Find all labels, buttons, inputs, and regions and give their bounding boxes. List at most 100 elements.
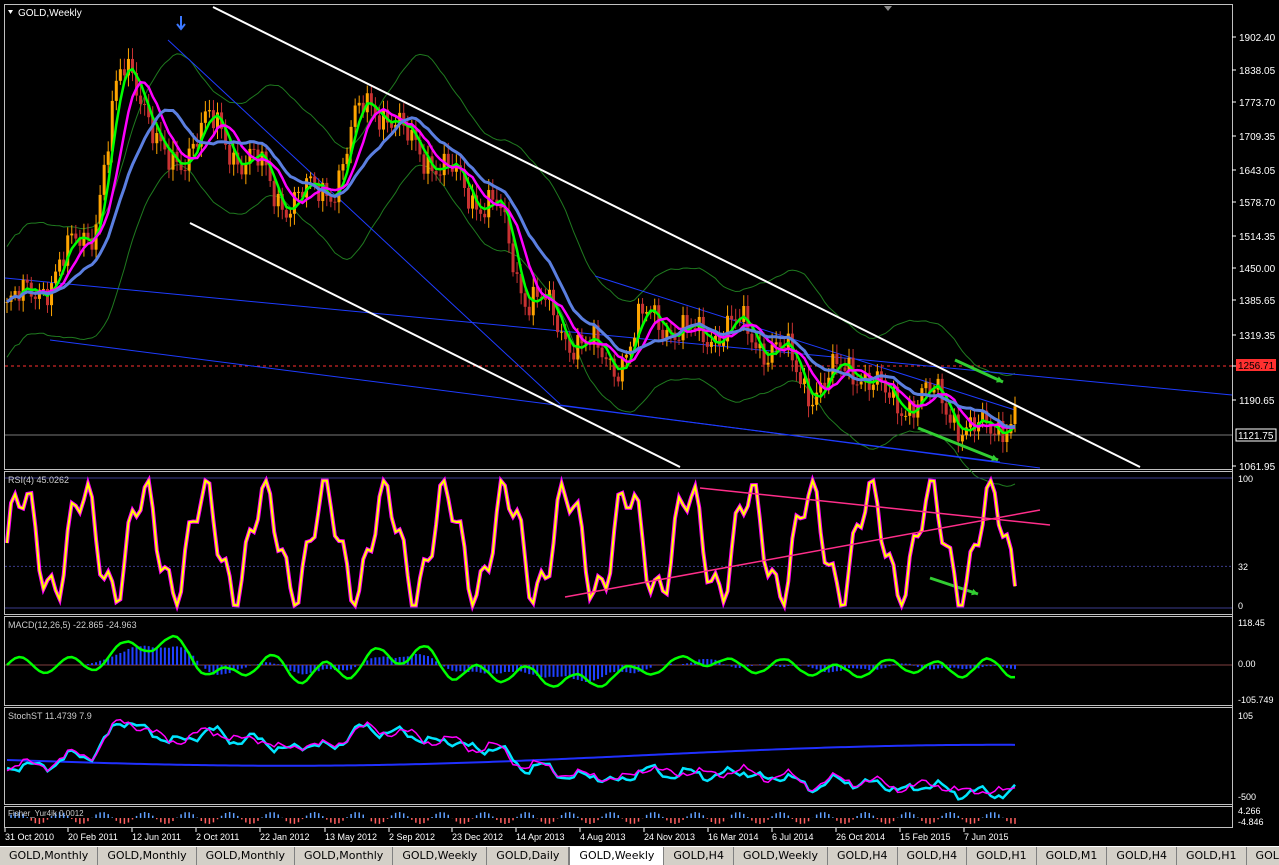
candle-body (70, 233, 74, 236)
chart-tab[interactable]: GOLD,Weekly (734, 847, 828, 865)
time-label: 4 Aug 2013 (580, 832, 626, 842)
chart-tab[interactable]: GOLD,Monthly (197, 847, 295, 865)
time-label: 22 Jan 2012 (260, 832, 310, 842)
candle-body (33, 296, 37, 299)
macd-line (6, 634, 1016, 688)
time-label: 6 Jul 2014 (772, 832, 814, 842)
candle-body (705, 342, 709, 347)
price-tick-label: 1709.35 (1239, 132, 1276, 143)
macd-pane (5, 634, 1232, 688)
rsi-label: RSI(4) 45.0262 (8, 475, 69, 485)
candle-body (483, 213, 487, 218)
indicator-scale-label: 0.00 (1238, 659, 1256, 669)
candle-body (835, 354, 839, 364)
candle-body (187, 148, 191, 171)
candle-body (471, 195, 475, 209)
candle-body (487, 189, 491, 218)
candle-body (353, 105, 357, 127)
time-label: 2 Sep 2012 (389, 832, 435, 842)
chart-tab[interactable]: GOLD,H1 (1177, 847, 1247, 865)
chart-tab[interactable]: GOLD,H1 (967, 847, 1037, 865)
candle-body (54, 271, 58, 284)
fisher-pane (10, 812, 1016, 824)
candle-body (337, 170, 341, 203)
candle-body (560, 331, 564, 333)
candle-body (139, 95, 143, 104)
time-label: 2 Oct 2011 (196, 832, 239, 842)
time-label: 31 Oct 2010 (5, 832, 54, 842)
candle-body (641, 303, 645, 314)
chart-tab[interactable]: GOLD,H4 (1107, 847, 1177, 865)
candle-body (203, 111, 207, 123)
fisher-label: Fisher_Yur4ik 0.0012 (8, 809, 84, 818)
price-tick-label: 1514.35 (1239, 232, 1276, 243)
candle-body (871, 384, 875, 390)
candle-body (491, 189, 495, 200)
candle-body (118, 69, 122, 81)
candle-body (438, 174, 442, 176)
time-label: 26 Oct 2014 (836, 832, 885, 842)
candle-body (904, 415, 908, 417)
chart-tab[interactable]: GOLD,Weekly (569, 847, 665, 865)
candlesticks (5, 48, 1017, 453)
time-label: 13 May 2012 (325, 832, 377, 842)
time-label: 16 Mar 2014 (708, 832, 759, 842)
price-tick-label: 1643.05 (1239, 166, 1276, 177)
chart-tab[interactable]: GOLD,Monthly (98, 847, 197, 865)
indicator-scale-label: 32 (1238, 562, 1248, 572)
chart-canvas[interactable]: GOLD,Weekly 1902.40 1838.05 1773.70 1709.35… (0, 0, 1279, 846)
indicator-scale-label: -105.749 (1238, 695, 1274, 705)
candle-body (855, 384, 859, 386)
indicator-scale-label: -500 (1238, 792, 1256, 802)
chart-tab[interactable]: GOLD,Weekly (393, 847, 488, 865)
price-tick-label: 1385.65 (1239, 296, 1276, 307)
channel-lines (4, 39, 1233, 469)
chart-tab[interactable]: GOLD,H4 (664, 847, 734, 865)
candle-body (58, 259, 62, 272)
chart-tab[interactable]: GOLD,Monthly (0, 847, 99, 865)
candle-body (600, 347, 604, 358)
candle-body (511, 243, 515, 273)
candle-body (754, 342, 758, 349)
chart-menu-icon[interactable] (8, 10, 13, 14)
candle-body (993, 433, 997, 435)
price-tick-label: 1773.70 (1239, 98, 1276, 109)
candle-body (377, 115, 381, 130)
candle-body (794, 360, 798, 373)
candle-body (74, 233, 78, 239)
indicator-scale-label: 105 (1238, 711, 1253, 721)
channel-line (559, 404, 1041, 469)
chart-tab[interactable]: GOLD,H4 (828, 847, 898, 865)
candle-body (742, 305, 746, 322)
chart-tab[interactable]: GOLD,H4 (898, 847, 968, 865)
candle-body (1013, 406, 1017, 424)
chart-tab[interactable]: GOLD,M1 (1037, 847, 1108, 865)
candle-body (730, 315, 734, 320)
macd-label: MACD(12,26,5) -22.865 -24.963 (8, 620, 137, 630)
time-label: 15 Feb 2015 (900, 832, 951, 842)
candle-body (734, 319, 738, 321)
scroll-marker-icon (884, 6, 892, 11)
candle-body (296, 191, 300, 193)
candle-body (624, 354, 628, 358)
time-axis: 31 Oct 2010 20 Feb 2011 12 Jun 2011 2 Oct 2… (4, 828, 1009, 842)
chart-tab[interactable]: GOLD,M30 (1247, 847, 1279, 865)
candle-body (778, 342, 782, 348)
candle-body (924, 382, 928, 389)
price-tick-label: 1578.70 (1239, 198, 1276, 209)
time-label: 7 Jun 2015 (964, 832, 1009, 842)
chart-tab[interactable]: GOLD,Monthly (295, 847, 394, 865)
candle-body (604, 357, 608, 360)
candle-body (244, 163, 248, 175)
current-price-label: 1121.75 (1238, 431, 1274, 442)
candle-body (685, 315, 689, 328)
candle-body (556, 315, 560, 333)
candle-body (122, 69, 126, 76)
chart-tab[interactable]: GOLD,Daily (487, 847, 570, 865)
candle-body (900, 413, 904, 416)
candle-body (843, 367, 847, 371)
candle-body (102, 164, 106, 195)
stoch-pane (6, 718, 1016, 801)
candle-body (82, 232, 86, 246)
candle-body (410, 129, 414, 141)
